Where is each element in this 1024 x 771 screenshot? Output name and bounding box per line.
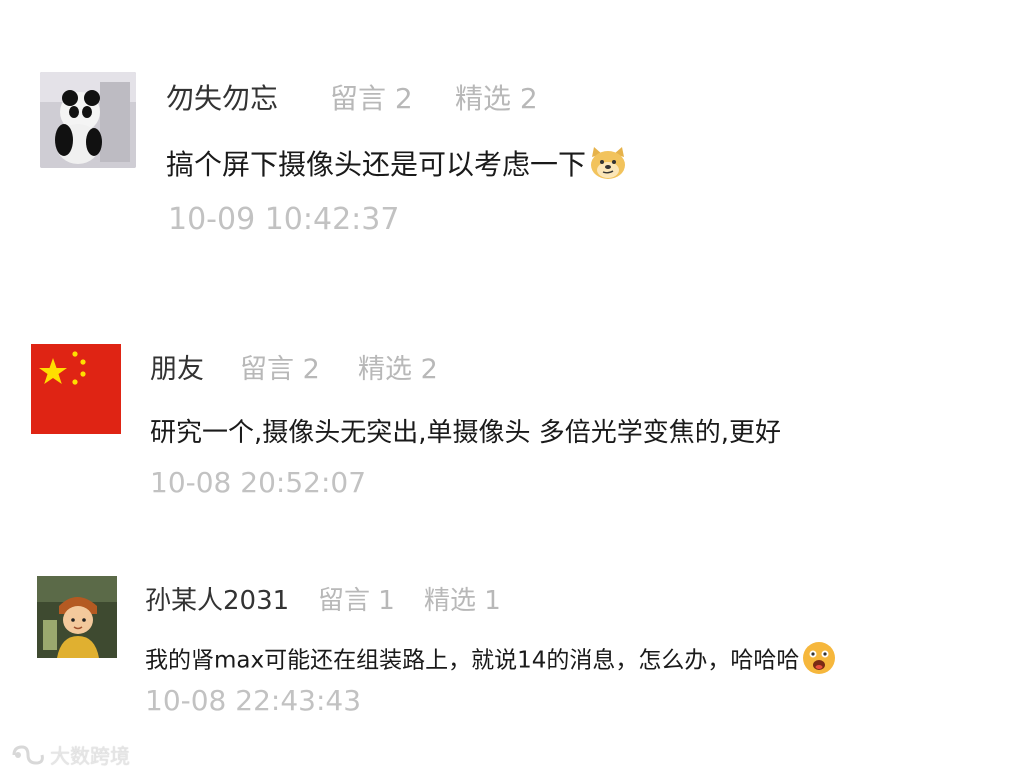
- doge-emoji-icon: [588, 145, 628, 188]
- comment-text-row: 我的肾max可能还在组装路上，就说14的消息，怎么办，哈哈哈: [145, 640, 837, 682]
- user-avatar-panda[interactable]: [40, 72, 136, 168]
- comment-timestamp: 10-08 22:43:43: [145, 684, 362, 717]
- selected-count: 精选 2: [358, 354, 438, 385]
- watermark: 大数跨境: [10, 740, 130, 770]
- watermark-logo-icon: [10, 745, 46, 770]
- messages-count: 留言 2: [240, 354, 320, 385]
- comment-timestamp: 10-08 20:52:07: [150, 466, 367, 499]
- comment-author[interactable]: 勿失勿忘: [166, 77, 278, 117]
- comment-timestamp: 10-09 10:42:37: [168, 202, 400, 237]
- comment-text: 研究一个,摄像头无突出,单摄像头 多倍光学变焦的,更好: [150, 418, 782, 448]
- comment-text: 搞个屏下摄像头还是可以考虑一下: [166, 148, 587, 181]
- user-avatar-cartoon[interactable]: [37, 576, 117, 658]
- comment-author[interactable]: 孙某人2031: [145, 580, 289, 617]
- shocked-face-emoji-icon: [801, 640, 837, 682]
- comment-author[interactable]: 朋友: [150, 347, 204, 386]
- selected-count: 精选 2: [455, 82, 538, 115]
- comment-text: 我的肾max可能还在组装路上，就说14的消息，怎么办，哈哈哈: [145, 647, 800, 674]
- user-avatar-flag[interactable]: [31, 344, 121, 434]
- selected-count: 精选 1: [424, 586, 501, 616]
- watermark-text: 大数跨境: [50, 744, 130, 768]
- comment-text-row: 搞个屏下摄像头还是可以考虑一下: [166, 143, 628, 188]
- messages-count: 留言 1: [318, 586, 395, 616]
- messages-count: 留言 2: [330, 82, 413, 115]
